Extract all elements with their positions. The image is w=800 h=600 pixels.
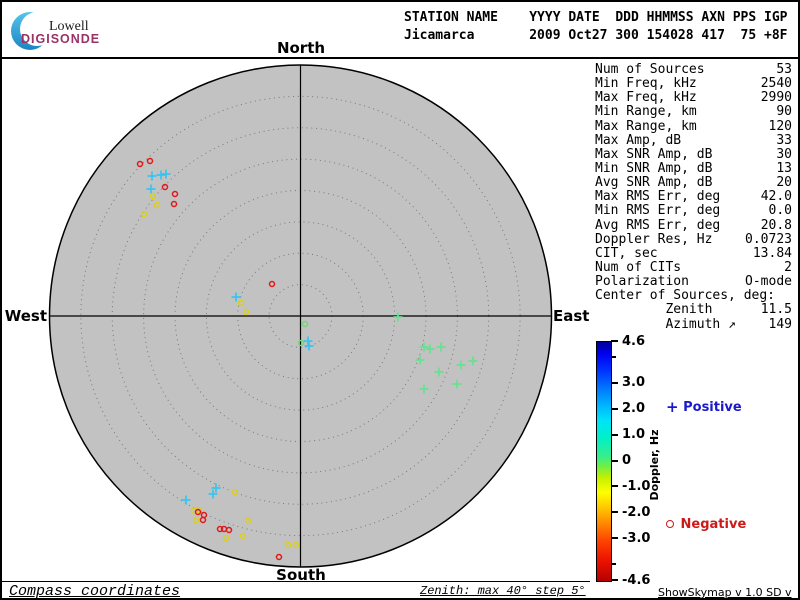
header-values-line: Jicamarca 2009 Oct27 300 154028 417 75 +… (404, 28, 788, 43)
stat-value: 2 (784, 259, 792, 275)
footer-version: ShowSkymap v 1.0 SD v 4.2 (658, 586, 792, 599)
header-block: STATION NAME YYYY DATE DDD HHMMSS AXN PP… (404, 9, 788, 45)
stat-label: Max RMS Err, deg (595, 189, 721, 205)
plus-marker-icon: + (666, 398, 679, 416)
stat-label: Max SNR Amp, dB (595, 146, 713, 162)
circle-marker-icon (666, 520, 674, 528)
colorbar-tick (611, 511, 618, 514)
stat-row: Num of CITs 2 (595, 259, 792, 275)
stat-label: Zenith (595, 302, 713, 318)
footer-coordinate-system: Compass coordinates (9, 583, 181, 600)
stat-row: Avg SNR Amp, dB 20 (595, 175, 792, 191)
stat-label: Num of Sources (595, 62, 705, 77)
stat-row: Avg RMS Err, deg 20.8 (595, 217, 792, 233)
stat-row: Max Amp, dB 33 (595, 132, 792, 148)
stat-row: Min RMS Err, deg 0.0 (595, 204, 792, 218)
stat-row: Max Freq, kHz 2990 (595, 91, 792, 105)
stat-value: 90 (776, 104, 792, 120)
stat-value: 2990 (760, 90, 792, 106)
stat-value: 42.0 (760, 189, 792, 205)
stat-value: 13 (776, 160, 792, 176)
stat-label: Doppler Res, Hz (595, 231, 713, 247)
colorbar-tick (611, 459, 618, 462)
colorbar-tick-label: -2.0 (622, 504, 651, 520)
stat-row: Max SNR Amp, dB 30 (595, 146, 792, 162)
colorbar-minor-tick (611, 355, 616, 358)
colorbar-tick-label: 4.6 (622, 333, 646, 349)
legend-positive-label: Positive (683, 400, 742, 415)
stat-value: 149 (768, 316, 792, 332)
colorbar-axis-label: Doppler, Hz (648, 429, 661, 501)
colorbar-tick (611, 340, 618, 342)
stat-label: Max Amp, dB (595, 132, 682, 148)
colorbar-tick (611, 433, 618, 436)
stat-value: 120 (768, 118, 792, 134)
footer-zenith-range: Zenith: max 40° step 5° (420, 584, 586, 598)
stat-row: Num of Sources 53 (595, 62, 792, 77)
colorbar-gradient (596, 341, 612, 582)
footer-separator (2, 581, 590, 582)
stats-panel: Num of Sources 53 Min Freq, kHz 2540 Max Fre… (595, 62, 792, 332)
stat-row: CIT, sec 13.84 (595, 245, 792, 261)
header-separator (2, 57, 798, 59)
stat-label: Min Range, km (595, 104, 697, 120)
colorbar-tick (611, 537, 618, 540)
colorbar-tick-label: 3.0 (622, 375, 646, 391)
stat-value: 20.8 (760, 217, 792, 233)
header-columns-line: STATION NAME YYYY DATE DDD HHMMSS AXN PP… (404, 10, 788, 25)
stat-row: Azimuth ↗ 149 (595, 316, 792, 332)
stat-value: 2540 (760, 76, 792, 92)
colorbar-tick (611, 407, 618, 410)
colorbar-tick (611, 579, 618, 581)
stat-row: Min SNR Amp, dB 13 (595, 160, 792, 176)
crescent-icon (11, 12, 54, 50)
stat-label: Polarization (595, 274, 689, 290)
stat-label: Max Freq, kHz (595, 90, 697, 106)
stat-label: CIT, sec (595, 245, 658, 261)
stat-label: Min SNR Amp, dB (595, 160, 713, 176)
stat-value: 30 (776, 146, 792, 162)
stat-value: 33 (776, 132, 792, 148)
stat-row: Max Range, km 120 (595, 118, 792, 134)
stat-row: Polarization O-mode (595, 274, 792, 290)
stat-value: O-mode (745, 274, 792, 290)
stat-label: Center of Sources, deg: (595, 288, 776, 304)
colorbar-tick-label: -3.0 (622, 530, 651, 546)
compass-label-west: West (4, 307, 47, 325)
stat-value: 20 (776, 175, 792, 191)
stat-row: Max RMS Err, deg 42.0 (595, 190, 792, 204)
stat-row: Min Freq, kHz 2540 (595, 76, 792, 92)
stat-label: Azimuth ↗ (595, 316, 736, 332)
stat-row: Zenith 11.5 (595, 303, 792, 317)
stat-value: 0.0 (768, 203, 792, 219)
stat-label: Max Range, km (595, 118, 697, 134)
stat-value: 0.0723 (745, 231, 792, 247)
stat-value: 13.84 (752, 245, 792, 261)
stat-row: Center of Sources, deg: (595, 289, 792, 303)
stat-label: Min Freq, kHz (595, 76, 697, 92)
compass-label-north: North (276, 39, 326, 57)
stat-row: Min Range, km 90 (595, 105, 792, 119)
colorbar-minor-tick (611, 563, 616, 566)
stat-label: Avg SNR Amp, dB (595, 175, 713, 191)
skymap-window: Lowell DIGISONDE STATION NAME YYYY DATE … (0, 0, 800, 600)
legend-negative-label: Negative (680, 517, 747, 532)
colorbar-tick (611, 381, 618, 384)
stat-label: Min RMS Err, deg (595, 203, 721, 219)
colorbar-tick (611, 485, 618, 488)
stat-row: Doppler Res, Hz 0.0723 (595, 231, 792, 247)
legend-negative: Negative (666, 517, 746, 532)
stat-label: Num of CITs (595, 259, 682, 275)
stat-value: 11.5 (760, 302, 792, 318)
legend-positive: + Positive (666, 398, 742, 416)
stat-label: Avg RMS Err, deg (595, 217, 721, 233)
digisonde-wordmark: DIGISONDE (21, 32, 101, 46)
colorbar-tick-label: 2.0 (622, 401, 646, 417)
stat-value: 53 (776, 62, 792, 77)
